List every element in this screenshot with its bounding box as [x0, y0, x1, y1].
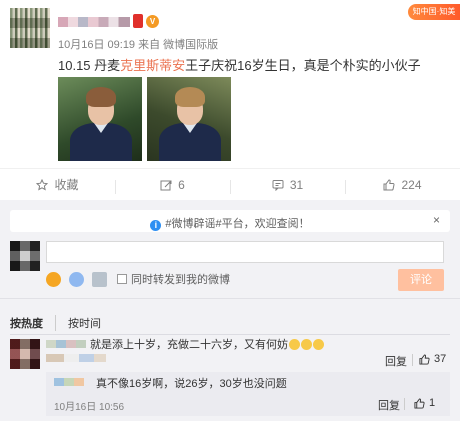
laugh-emoji-icon — [289, 339, 300, 350]
divider — [404, 398, 405, 410]
checkbox[interactable] — [117, 274, 127, 284]
submit-comment-button[interactable]: 评论 — [398, 269, 444, 291]
forward-checkbox[interactable]: 同时转发到我的微博 — [117, 271, 230, 287]
comment-tools: 同时转发到我的微博 — [46, 271, 230, 287]
reply-button[interactable]: 回复 — [378, 397, 400, 413]
content-suffix: 王子庆祝16岁生日，真是个朴实的小伙子 — [185, 58, 421, 73]
laugh-emoji-icon — [301, 339, 312, 350]
verified-badge-icon: V — [146, 15, 159, 28]
repost-button[interactable]: 6 — [115, 177, 230, 194]
sort-by-time-tab[interactable]: 按时间 — [55, 315, 101, 331]
laugh-emoji-icon — [313, 339, 324, 350]
forward-label: 同时转发到我的微博 — [131, 274, 230, 286]
comment-like-button[interactable]: 37 — [419, 353, 446, 365]
author-name-blurred[interactable] — [58, 17, 130, 27]
like-button[interactable]: 224 — [345, 177, 460, 194]
favorite-button[interactable]: 收藏 — [0, 176, 115, 193]
thumbs-up-icon — [383, 178, 395, 190]
divider — [412, 354, 413, 366]
weibo-post: V 知中国·知美 10月16日 09:19 来自 微博国际版 10.15 丹麦克… — [0, 0, 460, 168]
comment-input[interactable] — [46, 241, 444, 263]
member-badge-icon — [133, 14, 143, 28]
repost-icon — [160, 180, 172, 190]
current-user-avatar[interactable] — [10, 241, 40, 271]
notice-text[interactable]: #微博辟谣#平台，欢迎查阅！ — [165, 218, 309, 230]
post-content: 10.15 丹麦克里斯蒂安王子庆祝16岁生日，真是个朴实的小伙子 — [58, 55, 421, 74]
reply-time: 10月16日 10:56 — [54, 402, 125, 413]
reply-thread: 真不像16岁啊，说26岁，30岁也没问题 10月16日 10:56 回复 1 — [46, 372, 450, 416]
mention-icon[interactable] — [69, 271, 84, 287]
notice-bar: i #微博辟谣#平台，欢迎查阅！ × — [10, 210, 450, 232]
thumbs-up-icon — [419, 353, 430, 365]
comment-button[interactable]: 31 — [230, 177, 345, 194]
commenter-name-blurred[interactable] — [46, 340, 86, 348]
content-highlight-link[interactable]: 克里斯蒂安 — [120, 58, 185, 73]
reply-button[interactable]: 回复 — [385, 353, 407, 369]
comment-count: 31 — [289, 177, 304, 192]
comment-like-count: 37 — [434, 353, 447, 365]
reply-text: 真不像16岁啊，说26岁，30岁也没问题 — [96, 378, 287, 390]
author-avatar[interactable] — [10, 8, 50, 48]
sort-tabs: 按热度 按时间 — [10, 315, 101, 331]
fold-tag[interactable]: 知中国·知美 — [408, 4, 460, 20]
post-photo-2[interactable] — [147, 77, 231, 161]
close-icon[interactable]: × — [433, 213, 440, 227]
comment-time-blurred — [46, 354, 106, 362]
commenter-avatar[interactable] — [10, 339, 40, 369]
comment-section: i #微博辟谣#平台，欢迎查阅！ × 同时转发到我的微博 评论 按热度 按时间 就… — [0, 200, 460, 421]
post-action-bar: 收藏 6 31 224 — [0, 168, 460, 200]
star-icon — [36, 178, 49, 190]
info-icon: i — [150, 220, 162, 231]
emoji-icon[interactable] — [46, 271, 61, 287]
post-photo-1[interactable] — [58, 77, 142, 161]
like-count: 224 — [401, 177, 422, 192]
thumbs-up-icon — [414, 397, 425, 409]
divider — [10, 334, 450, 335]
comment-text: 就是添上十岁，充做二十六岁，又有何妨 — [90, 336, 324, 352]
comment-body: 就是添上十岁，充做二十六岁，又有何妨 — [90, 339, 288, 351]
image-icon[interactable] — [92, 271, 107, 287]
reply-like-button[interactable]: 1 — [414, 397, 435, 409]
repost-count: 6 — [178, 177, 185, 192]
comment-icon — [272, 179, 284, 191]
content-prefix: 10.15 丹麦 — [58, 58, 121, 73]
sort-by-hot-tab[interactable]: 按热度 — [10, 315, 43, 331]
replier-name-blurred[interactable] — [54, 378, 84, 386]
post-meta: 10月16日 09:19 来自 微博国际版 — [58, 39, 219, 51]
divider — [0, 298, 460, 299]
favorite-label: 收藏 — [54, 178, 79, 192]
reply-like-count: 1 — [429, 397, 436, 409]
